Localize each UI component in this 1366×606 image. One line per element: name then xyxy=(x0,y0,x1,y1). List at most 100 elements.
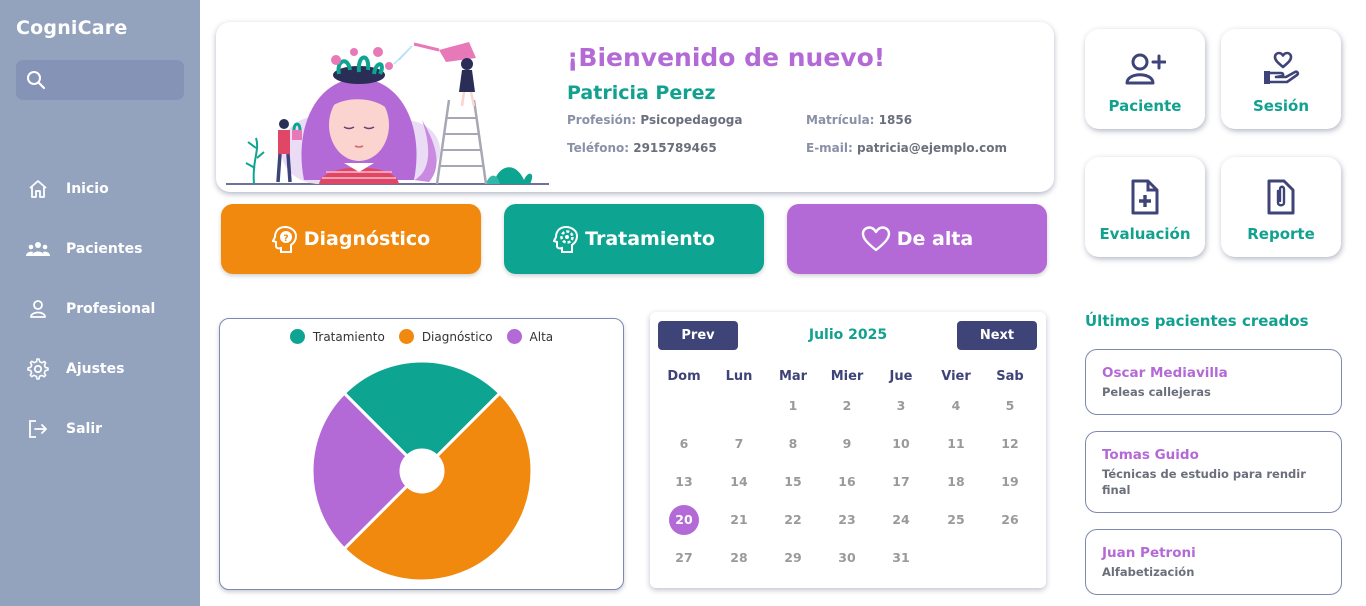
sidebar-item-inicio[interactable]: Inicio xyxy=(0,169,200,209)
users-icon xyxy=(26,237,50,261)
diagnostico-button[interactable]: ? Diagnóstico xyxy=(221,204,481,274)
recent-patients-title: Últimos pacientes creados xyxy=(1085,312,1309,330)
calendar-day[interactable]: 26 xyxy=(994,506,1026,534)
matricula-field: Matrícula: 1856 xyxy=(806,113,912,127)
phone-field: Teléfono: 2915789465 xyxy=(567,141,717,155)
patient-description: Técnicas de estudio para rendir final xyxy=(1102,467,1306,497)
calendar-day[interactable]: 2 xyxy=(831,392,863,420)
calendar-day[interactable]: 25 xyxy=(940,506,972,534)
calendar-day[interactable]: 21 xyxy=(723,506,755,534)
welcome-title: ¡Bienvenido de nuevo! xyxy=(567,43,886,72)
calendar-day[interactable]: 1 xyxy=(777,392,809,420)
profession-field: Profesión: Psicopedagoga xyxy=(567,113,743,127)
matricula-label: Matrícula: xyxy=(806,113,875,127)
patient-name: Oscar Mediavilla xyxy=(1102,365,1228,381)
patient-card[interactable]: Tomas Guido Técnicas de estudio para ren… xyxy=(1085,431,1342,513)
app-logo[interactable]: CogniCare xyxy=(16,17,127,39)
home-icon xyxy=(26,177,50,201)
paperclip-file-icon xyxy=(1266,177,1296,217)
profession-label: Profesión: xyxy=(567,113,637,127)
calendar-day[interactable]: 10 xyxy=(885,430,917,458)
calendar-weekday: Vier xyxy=(941,369,971,384)
sidebar-item-label: Inicio xyxy=(66,181,109,197)
calendar-day[interactable]: 15 xyxy=(777,468,809,496)
report-label: Reporte xyxy=(1247,225,1315,243)
head-question-icon: ? xyxy=(271,225,297,253)
sidebar-item-pacientes[interactable]: Pacientes xyxy=(0,229,200,269)
patient-card[interactable]: Oscar Mediavilla Peleas callejeras xyxy=(1085,349,1342,415)
calendar-day[interactable]: 29 xyxy=(777,544,809,572)
calendar-day[interactable]: 31 xyxy=(885,544,917,572)
heart-icon xyxy=(861,226,890,252)
calendar-day[interactable]: 19 xyxy=(994,468,1026,496)
patient-description: Alfabetización xyxy=(1102,565,1195,579)
tratamiento-label: Tratamiento xyxy=(585,228,715,250)
sidebar-item-label: Pacientes xyxy=(66,241,143,257)
logout-icon xyxy=(26,417,50,441)
calendar-weekday: Mar xyxy=(778,369,808,384)
calendar-day[interactable]: 17 xyxy=(885,468,917,496)
sidebar-item-ajustes[interactable]: Ajustes xyxy=(0,349,200,389)
app-root: CogniCare Inicio Pacientes Profesional A… xyxy=(0,0,1366,606)
welcome-card: ¡Bienvenido de nuevo! Patricia Perez Pro… xyxy=(216,22,1054,192)
calendar-day[interactable]: 24 xyxy=(885,506,917,534)
patient-name: Tomas Guido xyxy=(1102,447,1199,463)
calendar-day[interactable]: 16 xyxy=(831,468,863,496)
calendar-day[interactable]: 30 xyxy=(831,544,863,572)
status-chart-card: Tratamiento Diagnóstico Alta xyxy=(219,318,624,590)
phone-label: Teléfono: xyxy=(567,141,630,155)
phone-value: 2915789465 xyxy=(633,141,717,155)
calendar-weekday: Jue xyxy=(889,369,913,384)
new-session-label: Sesión xyxy=(1252,97,1310,115)
sidebar-item-label: Salir xyxy=(66,421,103,437)
calendar-day[interactable]: 18 xyxy=(940,468,972,496)
file-plus-icon xyxy=(1130,177,1160,217)
de-alta-button[interactable]: De alta xyxy=(787,204,1047,274)
calendar-day[interactable]: 6 xyxy=(668,430,700,458)
calendar-day[interactable]: 7 xyxy=(723,430,755,458)
calendar-day[interactable]: 23 xyxy=(831,506,863,534)
calendar-day[interactable]: 5 xyxy=(994,392,1026,420)
calendar-day[interactable]: 22 xyxy=(777,506,809,534)
email-value: patricia@ejemplo.com xyxy=(857,141,1008,155)
calendar-day[interactable]: 3 xyxy=(885,392,917,420)
svg-text:?: ? xyxy=(283,234,288,244)
diagnostico-label: Diagnóstico xyxy=(303,228,431,250)
sidebar: CogniCare Inicio Pacientes Profesional A… xyxy=(0,0,200,606)
calendar-weekday: Dom xyxy=(667,369,701,384)
search-input[interactable] xyxy=(16,60,184,100)
calendar-day-today[interactable]: 20 xyxy=(669,505,699,535)
calendar-day[interactable]: 12 xyxy=(994,430,1026,458)
new-patient-button[interactable]: Paciente xyxy=(1085,29,1205,129)
calendar-day[interactable]: 4 xyxy=(940,392,972,420)
calendar-day[interactable]: 13 xyxy=(668,468,700,496)
user-plus-icon xyxy=(1124,49,1166,89)
calendar-weekday: Sab xyxy=(996,369,1024,384)
calendar-day[interactable]: 28 xyxy=(723,544,755,572)
matricula-value: 1856 xyxy=(878,113,913,127)
sidebar-item-label: Ajustes xyxy=(66,361,125,377)
search-icon xyxy=(27,71,46,90)
status-pie-chart xyxy=(310,359,534,583)
calendar: Prev Julio 2025 Next Dom Lun Mar Mier Jue Vie… xyxy=(650,312,1046,588)
sidebar-item-salir[interactable]: Salir xyxy=(0,409,200,449)
report-button[interactable]: Reporte xyxy=(1221,157,1341,257)
tratamiento-button[interactable]: Tratamiento xyxy=(504,204,764,274)
sidebar-item-profesional[interactable]: Profesional xyxy=(0,289,200,329)
welcome-illustration xyxy=(226,42,549,185)
user-icon xyxy=(26,297,50,321)
calendar-day[interactable]: 9 xyxy=(831,430,863,458)
calendar-day[interactable]: 14 xyxy=(723,468,755,496)
calendar-day[interactable]: 11 xyxy=(940,430,972,458)
calendar-day[interactable]: 27 xyxy=(668,544,700,572)
evaluation-button[interactable]: Evaluación xyxy=(1085,157,1205,257)
patient-card[interactable]: Juan Petroni Alfabetización xyxy=(1085,529,1342,595)
professional-name: Patricia Perez xyxy=(567,82,716,104)
new-session-button[interactable]: Sesión xyxy=(1221,29,1341,129)
calendar-next-button[interactable]: Next xyxy=(957,321,1037,350)
gear-icon xyxy=(26,357,50,381)
calendar-weekday: Mier xyxy=(830,369,864,384)
calendar-day[interactable]: 8 xyxy=(777,430,809,458)
new-patient-label: Paciente xyxy=(1108,97,1182,115)
patient-name: Juan Petroni xyxy=(1102,545,1196,561)
